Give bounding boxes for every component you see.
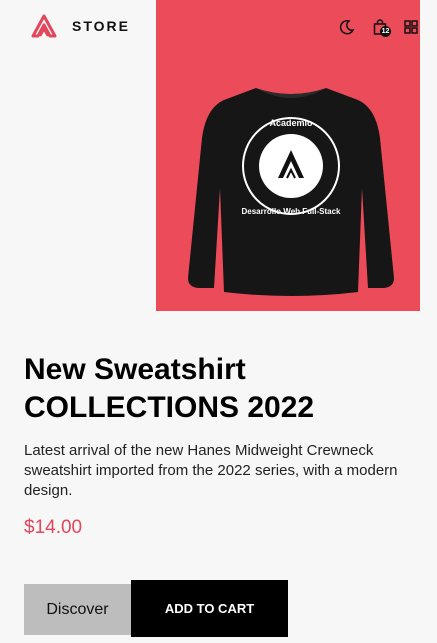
brand-name[interactable]: STORE [72,18,130,34]
grid-icon[interactable] [402,18,420,36]
sweatshirt-image: Academlo Desarrollo Web Full-Stack [188,88,394,296]
shopping-bag-icon[interactable]: 12 [371,18,391,37]
logo-icon[interactable] [31,14,57,38]
product-title: New Sweatshirt COLLECTIONS 2022 [24,351,414,427]
product-title-line1: New Sweatshirt [24,353,246,386]
discover-button[interactable]: Discover [24,584,131,635]
print-top-text: Academlo [269,118,313,128]
moon-icon[interactable] [338,18,356,36]
product-description: Latest arrival of the new Hanes Midweigh… [24,442,398,499]
product-price: $14.00 [24,517,83,538]
hero-banner: Academlo Desarrollo Web Full-Stack [156,0,420,311]
add-to-cart-button[interactable]: ADD TO CART [131,580,288,637]
cart-count-badge: 12 [380,26,391,37]
product-title-line2: COLLECTIONS 2022 [24,391,315,424]
print-bottom-text: Desarrollo Web Full-Stack [242,207,342,216]
